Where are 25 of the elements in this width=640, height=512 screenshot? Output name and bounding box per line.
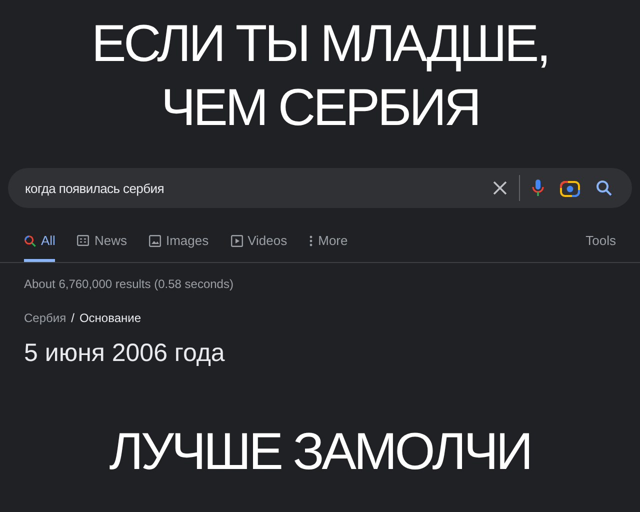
tab[interactable]: Videos <box>230 233 288 262</box>
tab[interactable]: Images <box>148 233 209 262</box>
image-icon <box>148 234 161 246</box>
caption-text: ЧЕМ СЕРБИЯ <box>160 78 480 139</box>
caption-text: ЕСЛИ ТЫ МЛАДШЕ, <box>91 14 549 75</box>
breadcrumb-separator: / <box>71 311 74 325</box>
tools-link[interactable]: Tools <box>586 233 616 262</box>
microphone-icon[interactable] <box>532 179 544 197</box>
tab[interactable]: More <box>309 233 348 262</box>
play-icon <box>230 234 243 246</box>
camera-icon[interactable] <box>560 179 580 197</box>
tab[interactable]: All <box>24 233 56 262</box>
tab[interactable]: News <box>77 233 127 262</box>
breadcrumb-link[interactable]: Сербия <box>24 311 66 325</box>
newspaper-icon <box>77 235 90 246</box>
breadcrumb-current: Основание <box>79 311 141 325</box>
search-icon[interactable] <box>596 180 612 196</box>
result-stats: About 6,760,000 results (0.58 seconds) <box>24 277 234 291</box>
more-icon <box>309 234 314 246</box>
search-bar[interactable]: когда появилась сербия <box>8 168 632 208</box>
search-icon <box>24 234 36 246</box>
answer-text: 5 июня 2006 года <box>24 339 226 368</box>
caption-text: ЛУЧШЕ ЗАМОЛЧИ <box>108 422 532 483</box>
close-icon[interactable] <box>493 181 507 195</box>
search-field[interactable]: когда появилась сербия <box>25 180 477 196</box>
